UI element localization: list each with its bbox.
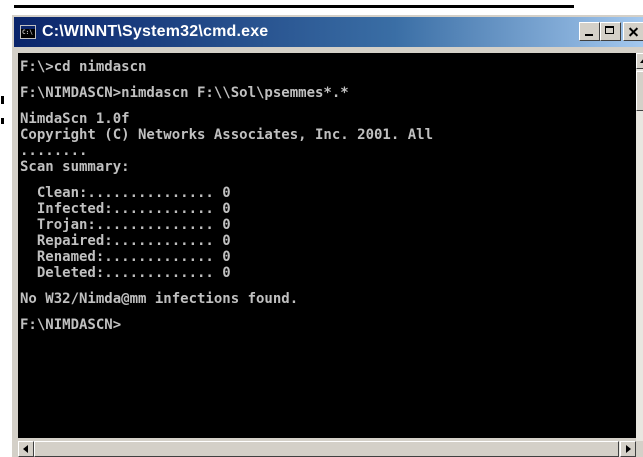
vertical-scrollbar[interactable] <box>636 53 643 457</box>
cmd-window: C:\WINNT\System32\cmd.exe F:\>cd nimdasc… <box>10 13 643 457</box>
cmd-icon[interactable] <box>20 25 36 39</box>
console-line: F:\NIMDASCN>nimdascn F:\\Sol\psemmes*.* <box>20 85 349 101</box>
console-line: F:\NIMDASCN> <box>20 317 122 333</box>
console-line: Renamed:............. 0 <box>20 249 231 265</box>
console-line: NimdaScn 1.0f <box>20 111 130 127</box>
window-controls <box>579 22 643 41</box>
horizontal-scroll-thumb[interactable] <box>34 441 619 457</box>
scroll-right-button[interactable] <box>620 441 636 457</box>
screenshot-page: C:\WINNT\System32\cmd.exe F:\>cd nimdasc… <box>0 0 643 457</box>
console-output[interactable]: F:\>cd nimdascn F:\NIMDASCN>nimdascn F:\\… <box>18 53 636 438</box>
console-line: Scan summary: <box>20 159 130 175</box>
scroll-left-button[interactable] <box>18 441 34 457</box>
console-line: Infected:............ 0 <box>20 201 231 217</box>
vertical-scroll-thumb[interactable] <box>636 71 643 111</box>
margin-mark <box>1 96 4 104</box>
restore-button[interactable] <box>600 22 621 41</box>
console-line: F:\>cd nimdascn <box>20 59 147 75</box>
console-line: Deleted:............. 0 <box>20 265 231 281</box>
console-line: ........ <box>20 143 88 159</box>
scroll-up-button[interactable] <box>636 53 643 69</box>
console-line: No W32/Nimda@mm infections found. <box>20 291 299 307</box>
margin-mark <box>1 118 4 124</box>
console-line: Clean:............... 0 <box>20 185 231 201</box>
resize-grip[interactable] <box>636 441 643 457</box>
close-button[interactable] <box>623 22 643 41</box>
minimize-button[interactable] <box>579 22 600 41</box>
horizontal-scrollbar[interactable] <box>18 441 636 457</box>
console-line: Repaired:............ 0 <box>20 233 231 249</box>
console-line: Copyright (C) Networks Associates, Inc. … <box>20 127 434 143</box>
top-rule <box>14 5 574 8</box>
window-title: C:\WINNT\System32\cmd.exe <box>42 23 269 40</box>
title-bar[interactable]: C:\WINNT\System32\cmd.exe <box>14 17 643 47</box>
console-line: Trojan:.............. 0 <box>20 217 231 233</box>
